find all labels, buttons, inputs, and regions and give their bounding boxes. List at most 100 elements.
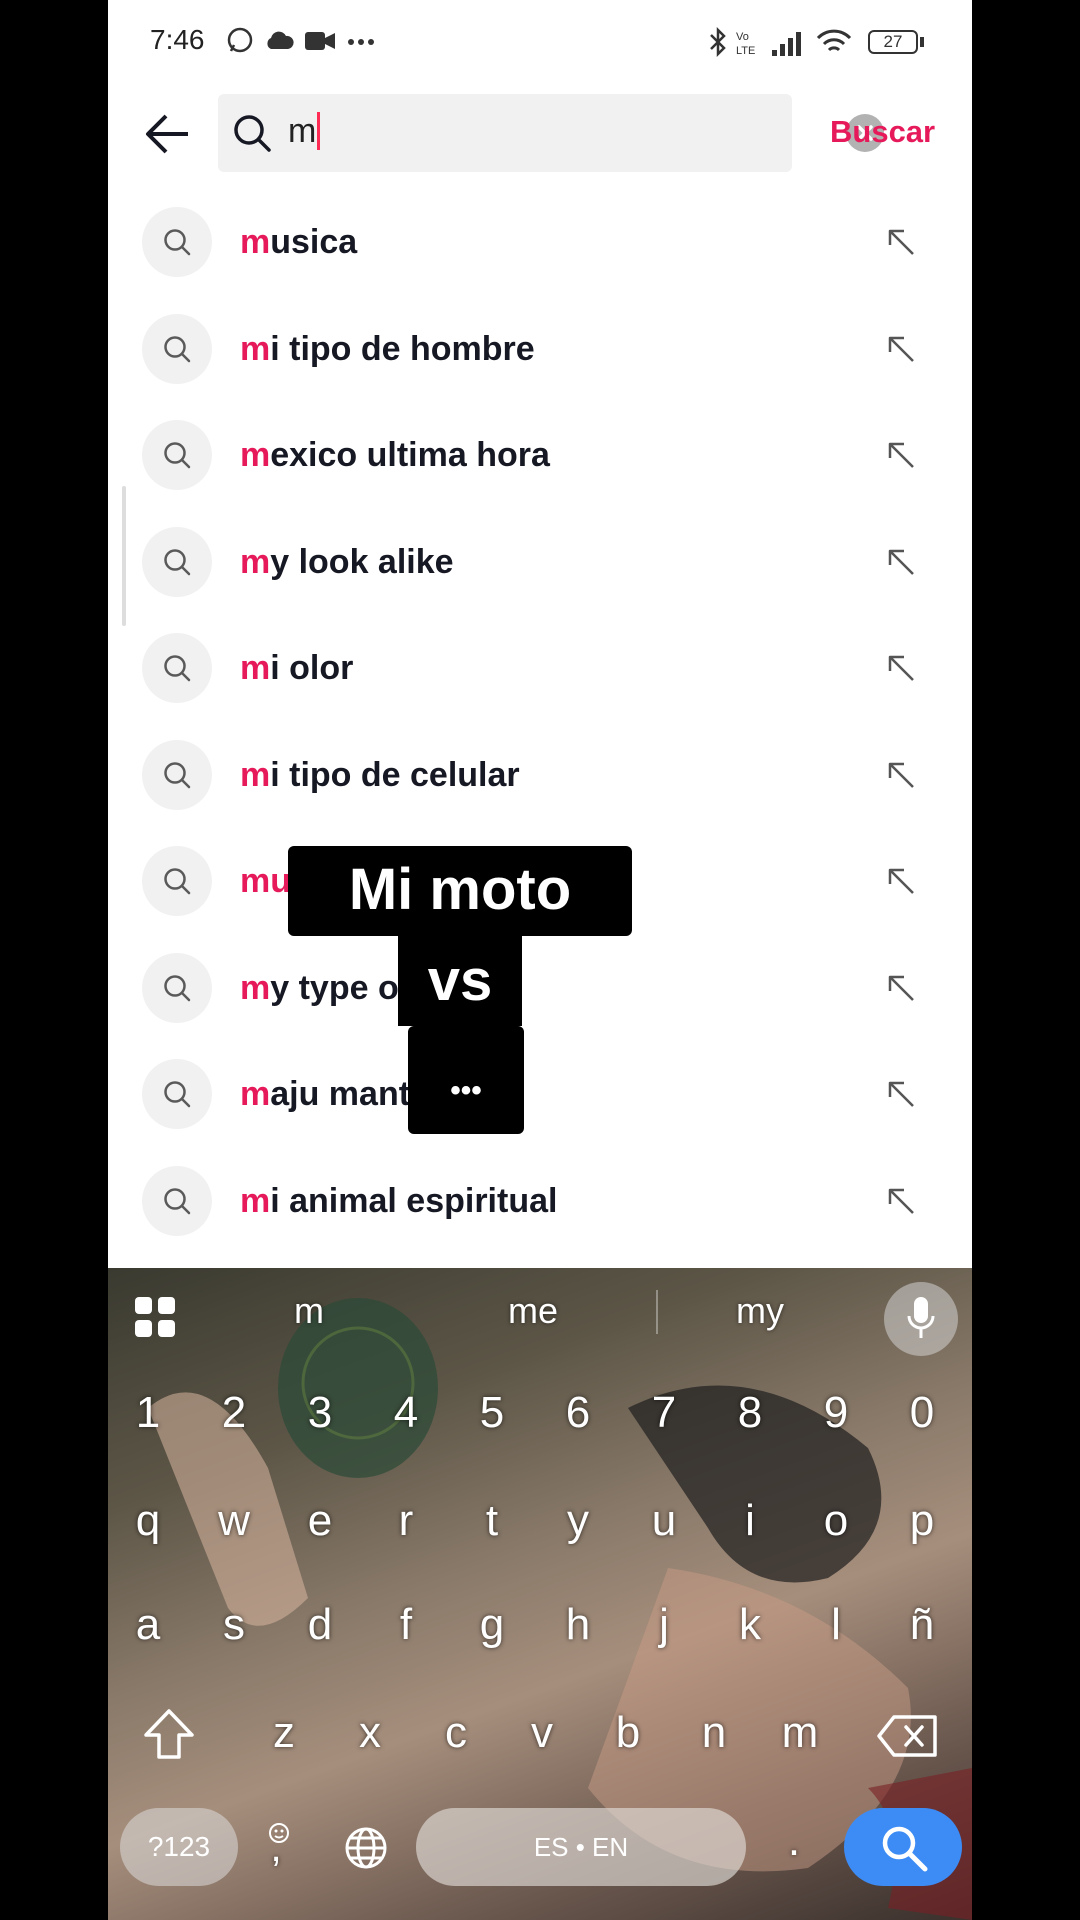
backspace-icon[interactable]: [876, 1714, 938, 1758]
letter-key[interactable]: t: [462, 1496, 522, 1546]
word-suggestion-3[interactable]: my: [736, 1290, 784, 1332]
letter-key[interactable]: u: [634, 1496, 694, 1546]
keyboard-search-key[interactable]: [844, 1808, 962, 1886]
letter-key[interactable]: w: [204, 1496, 264, 1546]
letter-key[interactable]: h: [548, 1600, 608, 1650]
word-suggestion-1[interactable]: m: [294, 1290, 324, 1332]
number-key[interactable]: 5: [462, 1388, 522, 1438]
number-key[interactable]: 3: [290, 1388, 350, 1438]
suggestion-row[interactable]: my look alike: [108, 509, 972, 616]
shift-icon[interactable]: [142, 1708, 196, 1760]
letter-key[interactable]: j: [634, 1600, 694, 1650]
suggestion-row[interactable]: mi tipo de hombre: [108, 296, 972, 403]
fill-query-arrow-icon[interactable]: [886, 1079, 916, 1109]
search-icon: [164, 761, 191, 788]
number-key[interactable]: 0: [892, 1388, 952, 1438]
search-input[interactable]: m: [218, 94, 884, 172]
comma-key[interactable]: ,: [246, 1826, 306, 1871]
suggestion-text: mi olor: [240, 649, 353, 688]
letter-key[interactable]: ñ: [892, 1600, 952, 1650]
number-key[interactable]: 1: [118, 1388, 178, 1438]
microphone-icon: [907, 1297, 935, 1338]
fill-query-arrow-icon[interactable]: [886, 973, 916, 1003]
suggestion-row[interactable]: mi tipo de celular: [108, 722, 972, 829]
letter-key[interactable]: g: [462, 1600, 522, 1650]
letter-key[interactable]: q: [118, 1496, 178, 1546]
suggestion-row[interactable]: maju mantilla: [108, 1041, 972, 1148]
suggestion-search-icon-bg: [142, 952, 212, 1023]
suggestion-row[interactable]: my type of m: [108, 935, 972, 1042]
suggestion-match: m: [240, 542, 271, 581]
space-key[interactable]: ES • EN: [416, 1808, 746, 1886]
suggestion-match: m: [240, 1181, 271, 1220]
letter-key[interactable]: o: [806, 1496, 866, 1546]
search-submit-button[interactable]: Buscar: [830, 114, 935, 150]
letter-key[interactable]: n: [684, 1708, 744, 1758]
letter-key[interactable]: i: [720, 1496, 780, 1546]
period-key[interactable]: .: [764, 1816, 824, 1866]
letter-key[interactable]: e: [290, 1496, 350, 1546]
letter-key[interactable]: f: [376, 1600, 436, 1650]
number-key[interactable]: 7: [634, 1388, 694, 1438]
search-icon: [164, 442, 191, 469]
suggestion-row[interactable]: musica: [108, 189, 972, 296]
letter-key[interactable]: m: [770, 1708, 830, 1758]
letter-key[interactable]: d: [290, 1600, 350, 1650]
search-icon: [164, 1187, 191, 1214]
letter-key[interactable]: c: [426, 1708, 486, 1758]
fill-query-arrow-icon[interactable]: [886, 760, 916, 790]
suggestion-match: m: [240, 968, 271, 1007]
suggestion-divider: [656, 1290, 658, 1334]
fill-query-arrow-icon[interactable]: [886, 547, 916, 577]
suggestion-search-icon-bg: [142, 420, 212, 490]
letter-key[interactable]: p: [892, 1496, 952, 1546]
letter-key[interactable]: y: [548, 1496, 608, 1546]
suggestion-row[interactable]: mi animal espiritual: [108, 1148, 972, 1255]
voice-input-button[interactable]: [884, 1282, 958, 1356]
number-key[interactable]: 8: [720, 1388, 780, 1438]
letter-key[interactable]: l: [806, 1600, 866, 1650]
suggestion-row[interactable]: mexico ultima hora: [108, 402, 972, 509]
number-key[interactable]: 9: [806, 1388, 866, 1438]
number-key[interactable]: 6: [548, 1388, 608, 1438]
suggestion-text: mi tipo de celular: [240, 756, 520, 795]
suggestion-match: m: [240, 329, 271, 368]
letter-key[interactable]: z: [254, 1708, 314, 1758]
suggestion-row[interactable]: mi olor: [108, 615, 972, 722]
suggestion-text: musica: [240, 223, 357, 262]
letter-key[interactable]: x: [340, 1708, 400, 1758]
letter-key[interactable]: a: [118, 1600, 178, 1650]
letter-key[interactable]: r: [376, 1496, 436, 1546]
battery-tip: [920, 37, 924, 47]
phone-screen: 7:46 Vo LTE 27 m Buscar musica mi tipo de …: [108, 0, 972, 1920]
search-icon: [164, 974, 191, 1001]
suggestion-rest: usica: [270, 223, 358, 261]
letter-key[interactable]: b: [598, 1708, 658, 1758]
suggestion-rest: y look alike: [270, 542, 454, 581]
symbols-key[interactable]: ?123: [120, 1808, 238, 1886]
status-time: 7:46: [150, 24, 205, 55]
apps-grid-icon[interactable]: [134, 1296, 176, 1338]
fill-query-arrow-icon[interactable]: [886, 653, 916, 683]
letter-key[interactable]: s: [204, 1600, 264, 1650]
volte-icon: Vo LTE: [736, 31, 755, 56]
back-arrow-icon[interactable]: [144, 112, 192, 156]
letter-key[interactable]: v: [512, 1708, 572, 1758]
number-key[interactable]: 4: [376, 1388, 436, 1438]
video-icon: [305, 32, 335, 50]
word-suggestion-2[interactable]: me: [508, 1290, 558, 1332]
text-caret: [317, 112, 321, 150]
fill-query-arrow-icon[interactable]: [886, 440, 916, 470]
fill-query-arrow-icon[interactable]: [886, 866, 916, 896]
fill-query-arrow-icon[interactable]: [886, 334, 916, 364]
search-icon: [164, 548, 191, 575]
letter-key[interactable]: k: [720, 1600, 780, 1650]
globe-icon[interactable]: [344, 1826, 388, 1870]
suggestion-search-icon-bg: [142, 633, 212, 703]
fill-query-arrow-icon[interactable]: [886, 227, 916, 257]
keyboard-suggestion-bar: m me my: [108, 1268, 972, 1364]
number-key[interactable]: 2: [204, 1388, 264, 1438]
fill-query-arrow-icon[interactable]: [886, 1186, 916, 1216]
suggestion-match: m: [240, 223, 271, 261]
suggestion-text: my look alike: [240, 543, 454, 582]
